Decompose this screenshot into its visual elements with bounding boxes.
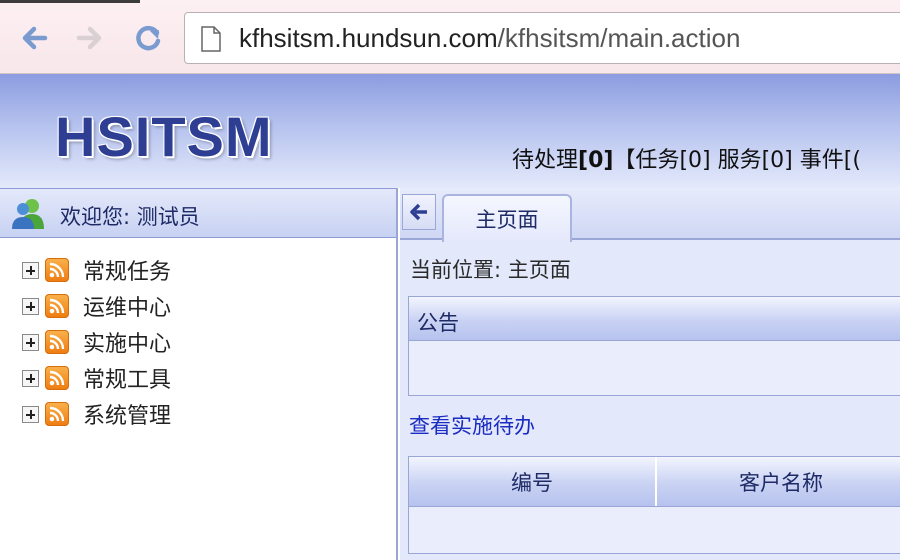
column-header-customer[interactable]: 客户名称 [657,457,900,506]
pending-details[interactable]: 【任务[0] 服务[0] 事件[( [613,148,860,173]
breadcrumb: 当前位置: 主页面 [410,258,571,282]
tab-home[interactable]: 主页面 [442,194,572,242]
pending-label: 待处理 [512,148,579,173]
tab-strip: 主页面 [400,188,900,242]
rss-icon [45,258,69,282]
app-logo: HSITSM [55,105,273,168]
tree-item-label: 常规工具 [83,368,172,393]
main-panel: 主页面 当前位置: 主页面 公告 查看实施待办 编号 客户名称 [400,188,900,560]
forward-button[interactable] [72,20,108,56]
app-header: HSITSM 待处理[0]【任务[0] 服务[0] 事件[( [0,74,900,188]
back-button[interactable] [16,20,52,56]
view-impl-todo-link[interactable]: 查看实施待办 [409,410,535,440]
address-bar[interactable]: kfhsitsm.hundsun.com/kfhsitsm/main.actio… [184,12,900,64]
left-arrow-icon [410,203,427,221]
pending-count[interactable]: [0] [578,148,613,173]
user-icon [12,199,44,229]
url-host: kfhsitsm.hundsun.com [239,23,498,53]
collapse-sidebar-button[interactable] [402,194,436,230]
back-arrow-icon [22,26,48,50]
welcome-bar: 欢迎您: 测试员 [0,188,396,238]
notice-panel: 公告 [408,296,900,396]
tree-item-label: 系统管理 [83,404,172,429]
tree-item-routine-tasks[interactable]: 常规任务 [22,252,171,288]
tree-item-label: 常规任务 [83,260,172,285]
tree-item-ops-center[interactable]: 运维中心 [22,288,171,324]
sidebar: 欢迎您: 测试员 常规任务 运维中心 实施中心 常规工具 系统管理 [0,188,398,560]
browser-toolbar: kfhsitsm.hundsun.com/kfhsitsm/main.actio… [0,0,900,74]
todo-table: 编号 客户名称 [408,456,900,554]
window-edge [0,0,140,3]
notice-header: 公告 [409,297,900,341]
welcome-text: 欢迎您: 测试员 [60,205,200,229]
nav-tree: 常规任务 运维中心 实施中心 常规工具 系统管理 [22,252,171,432]
page-icon [201,26,221,52]
expand-icon[interactable] [22,261,39,279]
column-header-id[interactable]: 编号 [409,457,657,506]
tree-item-system-admin[interactable]: 系统管理 [22,396,171,432]
rss-icon [45,366,69,390]
reload-icon [136,25,161,51]
pending-summary: 待处理[0]【任务[0] 服务[0] 事件[( [512,142,861,174]
tree-item-impl-center[interactable]: 实施中心 [22,324,171,360]
rss-icon [45,330,69,354]
rss-icon [45,294,69,318]
expand-icon[interactable] [22,369,39,387]
table-header: 编号 客户名称 [409,457,900,507]
expand-icon[interactable] [22,333,39,351]
forward-arrow-icon [76,26,102,50]
expand-icon[interactable] [22,297,39,315]
url-text: kfhsitsm.hundsun.com/kfhsitsm/main.actio… [239,23,740,54]
url-path: /kfhsitsm/main.action [497,23,741,53]
notice-title: 公告 [417,311,459,335]
rss-icon [45,402,69,426]
tree-item-routine-tools[interactable]: 常规工具 [22,360,171,396]
expand-icon[interactable] [22,405,39,423]
reload-button[interactable] [130,20,166,56]
tree-item-label: 实施中心 [83,332,172,357]
tree-item-label: 运维中心 [83,296,172,321]
